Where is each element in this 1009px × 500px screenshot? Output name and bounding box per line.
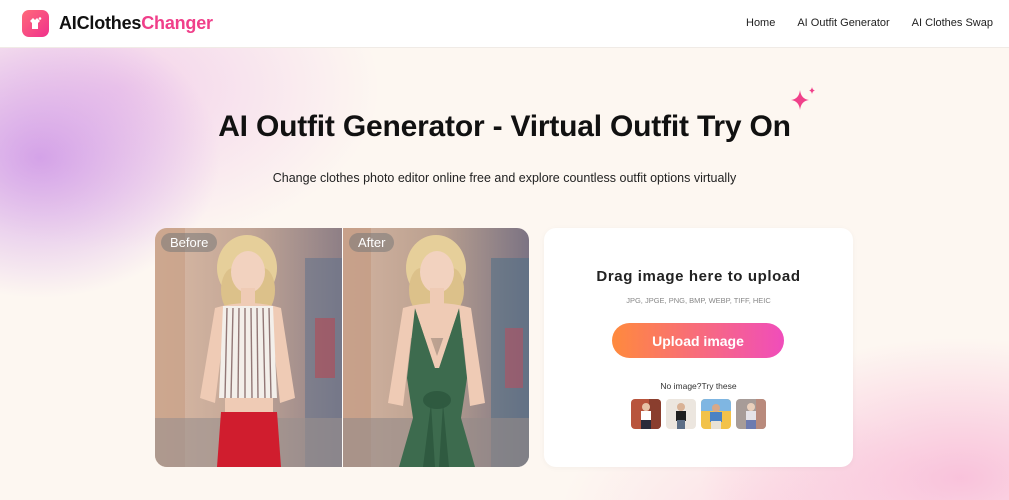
sample-photo-4[interactable] bbox=[736, 399, 766, 429]
logo-icon[interactable] bbox=[22, 10, 49, 37]
main-nav: Home AI Outfit Generator AI Clothes Swap bbox=[746, 17, 993, 29]
logo-text-part1: AIClothes bbox=[59, 13, 142, 33]
after-label: After bbox=[349, 233, 395, 252]
upload-image-button[interactable]: Upload image bbox=[612, 323, 784, 358]
logo-text-part2: Changer bbox=[141, 13, 213, 33]
top-header: AIClothesChanger Home AI Outfit Generato… bbox=[0, 0, 1009, 48]
sample-photo-1[interactable] bbox=[631, 399, 661, 429]
supported-formats: JPG, JPGE, PNG, BMP, WEBP, TIFF, HEIC bbox=[626, 296, 771, 305]
before-label: Before bbox=[161, 233, 218, 252]
before-image: Before bbox=[155, 228, 342, 467]
before-photo-illustration bbox=[155, 228, 342, 467]
upload-title: Drag image here to upload bbox=[596, 268, 801, 285]
after-photo-illustration bbox=[343, 228, 529, 467]
sample-images bbox=[631, 399, 766, 429]
page-title: AI Outfit Generator - Virtual Outfit Try… bbox=[218, 110, 791, 143]
nav-home-link[interactable]: Home bbox=[746, 17, 775, 29]
logo-wordmark[interactable]: AIClothesChanger bbox=[59, 13, 213, 34]
sample-photo-3[interactable] bbox=[701, 399, 731, 429]
page-subtitle: Change clothes photo editor online free … bbox=[272, 171, 737, 185]
sample-photo-2[interactable] bbox=[666, 399, 696, 429]
nav-ai-clothes-swap-link[interactable]: AI Clothes Swap bbox=[912, 17, 993, 29]
no-image-hint: No image?Try these bbox=[660, 381, 737, 391]
before-after-comparison: Before After bbox=[155, 228, 529, 467]
upload-dropzone[interactable]: Drag image here to upload JPG, JPGE, PNG… bbox=[544, 228, 853, 467]
after-image: After bbox=[342, 228, 529, 467]
nav-ai-outfit-generator-link[interactable]: AI Outfit Generator bbox=[797, 17, 889, 29]
